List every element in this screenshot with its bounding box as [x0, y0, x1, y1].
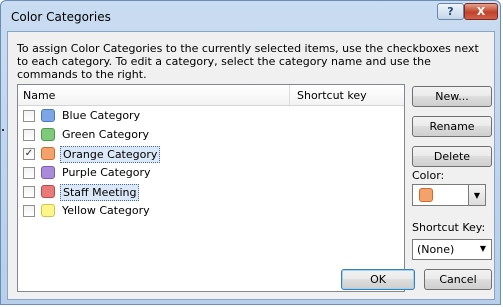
color-swatch-orange [41, 147, 55, 160]
category-name-green[interactable]: Green Category [60, 127, 151, 142]
color-categories-dialog: Color Categories ? X To assign Color Cat… [0, 0, 501, 305]
check-icon: ✓ [24, 148, 34, 159]
help-button[interactable]: ? [437, 3, 464, 20]
category-row-staff-meeting[interactable]: Staff Meeting [18, 182, 404, 201]
selected-color-swatch [419, 188, 433, 202]
category-name-staff-meeting[interactable]: Staff Meeting [60, 184, 140, 201]
color-swatch-purple [41, 166, 55, 179]
category-checkbox-orange[interactable]: ✓ [23, 148, 35, 160]
category-name-orange[interactable]: Orange Category [60, 146, 161, 163]
help-icon: ? [447, 5, 454, 18]
category-name-purple[interactable]: Purple Category [60, 165, 152, 180]
shortcut-key-select[interactable]: (None) ▼ [412, 239, 492, 260]
category-name-blue[interactable]: Blue Category [60, 108, 142, 123]
title-bar: Color Categories ? X [1, 1, 500, 31]
category-row-purple[interactable]: Purple Category [18, 163, 404, 182]
category-row-green[interactable]: Green Category [18, 125, 404, 144]
category-checkbox-purple[interactable] [23, 167, 35, 179]
color-swatch-green [41, 128, 55, 141]
list-header: Name Shortcut key [18, 85, 404, 106]
close-icon: X [476, 5, 486, 18]
column-header-name[interactable]: Name [23, 89, 55, 102]
new-button[interactable]: New... [412, 86, 492, 107]
category-checkbox-staff-meeting[interactable] [23, 186, 35, 198]
category-row-blue[interactable]: Blue Category [18, 106, 404, 125]
color-label: Color: [412, 169, 445, 182]
instructions-text: To assign Color Categories to the curren… [17, 42, 479, 81]
category-list[interactable]: Name Shortcut key Blue Category Green Ca… [17, 84, 405, 292]
color-picker[interactable]: ▼ [412, 184, 486, 206]
column-divider[interactable] [289, 85, 290, 105]
category-checkbox-blue[interactable] [23, 110, 35, 122]
cancel-button[interactable]: Cancel [424, 269, 492, 290]
close-button[interactable]: X [464, 3, 498, 20]
dialog-title: Color Categories [11, 10, 111, 24]
delete-button[interactable]: Delete [412, 146, 492, 167]
ok-button[interactable]: OK [341, 269, 415, 290]
dialog-body: To assign Color Categories to the curren… [7, 31, 495, 300]
shortcut-key-value: (None) [417, 243, 455, 256]
chevron-down-icon[interactable]: ▼ [468, 185, 485, 205]
category-row-yellow[interactable]: Yellow Category [18, 201, 404, 220]
color-swatch-yellow [41, 204, 55, 217]
category-name-yellow[interactable]: Yellow Category [60, 203, 152, 218]
chevron-down-icon: ▼ [479, 244, 486, 253]
category-checkbox-yellow[interactable] [23, 205, 35, 217]
category-row-orange[interactable]: ✓ Orange Category [18, 144, 404, 163]
marker-dot [2, 129, 4, 131]
column-header-shortcut[interactable]: Shortcut key [297, 89, 367, 102]
color-swatch-blue [41, 109, 55, 122]
rename-button[interactable]: Rename [412, 116, 492, 137]
shortcut-key-label: Shortcut Key: [412, 221, 486, 234]
category-checkbox-green[interactable] [23, 129, 35, 141]
color-swatch-staff-meeting [41, 185, 55, 198]
